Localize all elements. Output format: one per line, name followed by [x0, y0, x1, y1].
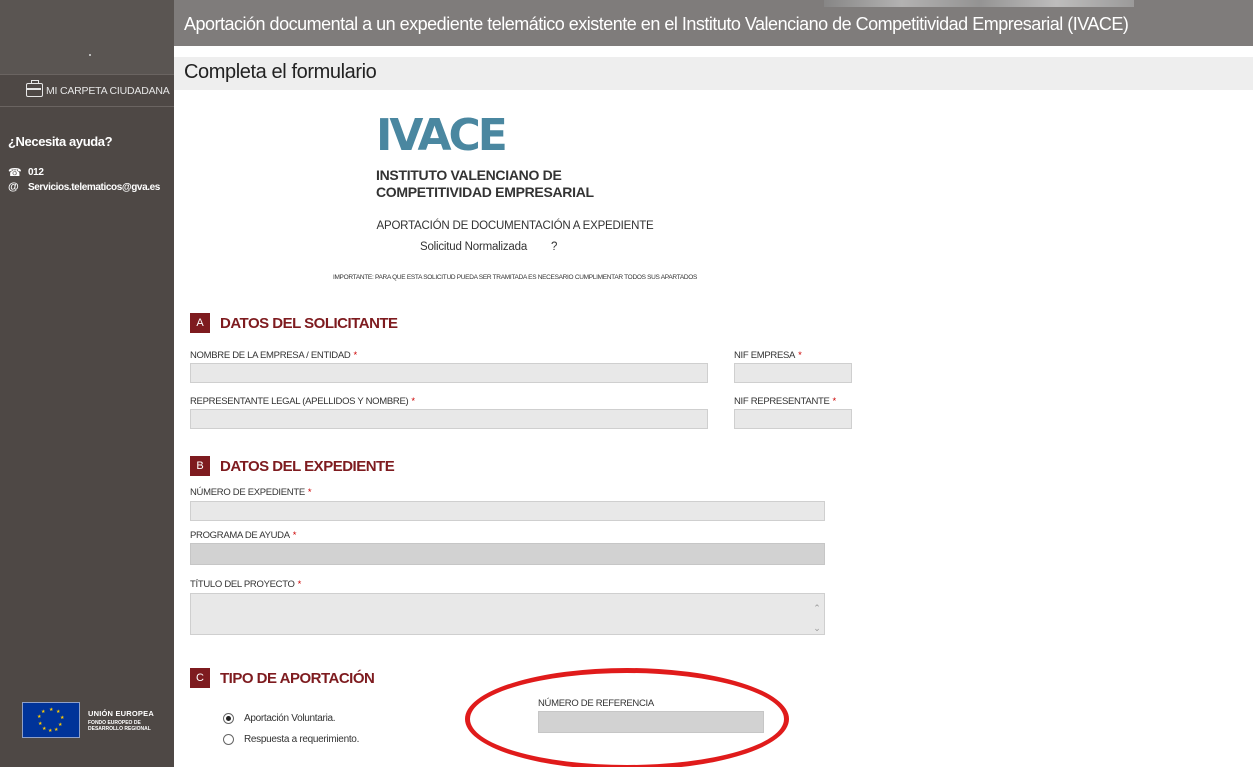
textarea-scrollbar[interactable]: ⌃ ⌄ [812, 598, 822, 638]
section-c-name: TIPO DE APORTACIÓN [220, 669, 375, 687]
briefcase-icon [26, 80, 43, 97]
section-c-letter: C [190, 668, 210, 688]
subheader-bar: Completa el formulario [174, 57, 1253, 90]
nif-empresa-input[interactable] [734, 363, 852, 383]
nombre-empresa-label: NOMBRE DE LA EMPRESA / ENTIDAD * [190, 350, 357, 361]
doc-subtitle: Solicitud Normalizada? [420, 241, 557, 253]
programa-ayuda-select[interactable] [190, 543, 825, 565]
nombre-empresa-input[interactable] [190, 363, 708, 383]
eu-subtitle-2: DESARROLLO REGIONAL [88, 725, 151, 732]
help-phone: ☎ 012 [8, 166, 44, 179]
ivace-logo: IVACE INSTITUTO VALENCIANO DE COMPETITIV… [376, 110, 594, 200]
page-title: Aportación documental a un expediente te… [184, 14, 1129, 34]
page-subtitle: Completa el formulario [184, 61, 377, 83]
radio-aportacion-voluntaria[interactable]: Aportación Voluntaria. [223, 713, 336, 724]
scroll-up-icon[interactable]: ⌃ [812, 598, 822, 618]
nif-representante-label: NIF REPRESENTANTE * [734, 396, 836, 407]
radio-voluntaria-label: Aportación Voluntaria. [244, 713, 336, 724]
radio-respuesta-requerimiento[interactable]: Respuesta a requerimiento. [223, 734, 359, 745]
nif-representante-input[interactable] [734, 409, 852, 429]
eu-logo: ★ ★ ★ ★ ★ ★ ★ ★ ★ ★ UNIÓN EUROPEA FONDO EUROP… [22, 702, 154, 738]
help-email[interactable]: @ Servicios.telematicos@gva.es [8, 181, 160, 193]
help-title: ¿Necesita ayuda? [8, 134, 113, 149]
radio-requerimiento-label: Respuesta a requerimiento. [244, 734, 360, 745]
highlight-ellipse [465, 668, 789, 767]
doc-title: APORTACIÓN DE DOCUMENTACIÓN A EXPEDIENTE [376, 220, 654, 232]
section-b-heading: B DATOS DEL EXPEDIENTE [190, 456, 395, 476]
radio-unselected-icon[interactable] [223, 734, 234, 745]
radio-selected-icon[interactable] [223, 713, 234, 724]
representante-label: REPRESENTANTE LEGAL (APELLIDOS Y NOMBRE)… [190, 396, 415, 407]
phone-number: 012 [28, 167, 44, 178]
header-bar: Aportación documental a un expediente te… [174, 0, 1253, 46]
section-b-letter: B [190, 456, 210, 476]
representante-input[interactable] [190, 409, 708, 429]
email-address[interactable]: Servicios.telematicos@gva.es [28, 182, 160, 193]
section-b-name: DATOS DEL EXPEDIENTE [220, 457, 395, 475]
required-mark: * [798, 350, 802, 361]
phone-icon: ☎ [8, 167, 22, 179]
programa-ayuda-label: PROGRAMA DE AYUDA * [190, 530, 297, 541]
help-question-icon[interactable]: ? [551, 241, 557, 253]
titulo-proyecto-label: TÍTULO DEL PROYECTO * [190, 579, 302, 590]
eu-title: UNIÓN EUROPEA [88, 708, 154, 718]
section-c-heading: C TIPO DE APORTACIÓN [190, 668, 375, 688]
at-icon: @ [8, 181, 19, 193]
eu-flag-icon: ★ ★ ★ ★ ★ ★ ★ ★ ★ ★ [22, 702, 80, 738]
logo-line-2: COMPETITIVIDAD EMPRESARIAL [376, 184, 594, 200]
required-mark: * [411, 396, 415, 407]
numero-expediente-input[interactable] [190, 501, 825, 521]
required-mark: * [832, 396, 837, 407]
required-mark: * [292, 530, 297, 541]
header-banner-image [824, 0, 1134, 7]
required-mark: * [297, 579, 302, 590]
nif-empresa-label: NIF EMPRESA * [734, 350, 802, 361]
doc-subtitle-text: Solicitud Normalizada [420, 241, 528, 253]
titulo-proyecto-textarea[interactable]: ⌃ ⌄ [190, 593, 825, 635]
important-notice: IMPORTANTE: PARA QUE ESTA SOLICITUD PUED… [332, 274, 698, 281]
numero-expediente-label: NÚMERO DE EXPEDIENTE * [190, 487, 312, 498]
scroll-down-icon[interactable]: ⌄ [812, 618, 822, 638]
mi-carpeta-label: MI CARPETA CIUDADANA [46, 85, 170, 97]
sidebar: MI CARPETA CIUDADANA ¿Necesita ayuda? ☎ … [0, 0, 174, 767]
section-a-letter: A [190, 313, 210, 333]
section-a-name: DATOS DEL SOLICITANTE [220, 314, 398, 332]
section-a-heading: A DATOS DEL SOLICITANTE [190, 313, 398, 333]
logo-line-1: INSTITUTO VALENCIANO DE [376, 167, 562, 183]
sidebar-logo-area [0, 0, 174, 74]
required-mark: * [307, 487, 312, 498]
ivace-wordmark: IVACE [376, 110, 508, 161]
mi-carpeta-link[interactable]: MI CARPETA CIUDADANA [0, 75, 174, 107]
required-mark: * [353, 350, 357, 361]
